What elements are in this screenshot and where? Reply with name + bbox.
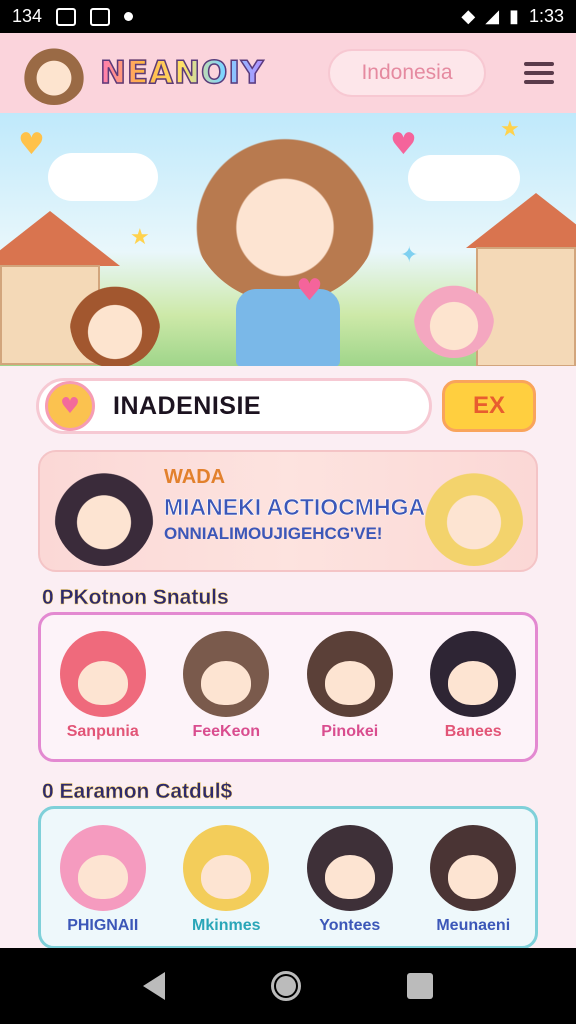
star-icon: ★ xyxy=(500,117,520,142)
language-button[interactable]: Indonesia xyxy=(328,49,486,97)
recents-icon[interactable] xyxy=(407,973,433,999)
character-row-2: PHIGNAII Mkinmes Yontees Meunaeni xyxy=(38,806,538,949)
character-name: Meunaeni xyxy=(436,917,511,934)
character-card[interactable]: Pinokei xyxy=(295,631,405,741)
character-portrait xyxy=(183,825,270,911)
character-portrait xyxy=(59,825,146,911)
heart-icon: ♥ xyxy=(296,273,323,308)
main-character xyxy=(190,123,380,303)
back-icon[interactable] xyxy=(143,972,165,1000)
character-portrait xyxy=(430,631,517,717)
character-name: FeeKeon xyxy=(192,723,261,740)
character-dress xyxy=(236,289,340,366)
chibi-character xyxy=(414,278,494,358)
status-time-left: 134 xyxy=(12,6,43,26)
character-name: Banees xyxy=(444,723,502,740)
battery-icon: ▮ xyxy=(509,6,519,26)
house-roof xyxy=(466,193,576,248)
home-icon[interactable] xyxy=(271,971,301,1001)
avatar[interactable] xyxy=(22,41,86,105)
section-title-2: 0 Earamon Catdul$ xyxy=(42,780,233,803)
signal-icon: ◢ xyxy=(485,6,500,26)
character-row-1: Sanpunia FeeKeon Pinokei Banees xyxy=(38,612,538,762)
character-portrait xyxy=(430,825,517,911)
banner-character-right xyxy=(424,462,524,566)
character-name: Sanpunia xyxy=(66,723,139,740)
heart-icon: ♥ xyxy=(45,381,95,431)
banner-kicker: WADA xyxy=(164,466,226,488)
character-name: PHIGNAII xyxy=(67,917,139,934)
system-nav-bar xyxy=(0,948,576,1024)
hero-banner: ♥ ♥ ♥ ★ ★ ✦ xyxy=(0,113,576,366)
star-icon: ✦ xyxy=(400,243,419,268)
character-name: Mkinmes xyxy=(192,917,261,934)
heart-icon: ♥ xyxy=(18,127,45,162)
banner-character-left xyxy=(54,462,154,566)
chibi-character xyxy=(70,278,160,366)
character-card[interactable]: Yontees xyxy=(295,825,405,935)
character-card[interactable]: Banees xyxy=(418,631,528,741)
character-name: Yontees xyxy=(319,917,381,934)
menu-icon[interactable] xyxy=(524,62,554,84)
app-notification-icon xyxy=(90,7,111,26)
search-field[interactable]: ♥ INADENISIE xyxy=(36,378,432,434)
character-card[interactable]: Sanpunia xyxy=(48,631,158,741)
character-portrait xyxy=(306,631,393,717)
character-name: Pinokei xyxy=(321,723,379,740)
app-logo[interactable]: NEANOIY xyxy=(99,54,264,92)
search-input[interactable]: INADENISIE xyxy=(113,392,261,421)
banner-headline: MIANEKI ACTIOCMHGA xyxy=(164,494,426,521)
heart-icon: ♥ xyxy=(390,127,417,162)
status-time-right: 1:33 xyxy=(528,6,564,26)
dot-notification-icon xyxy=(124,12,134,21)
character-portrait xyxy=(183,631,270,717)
banner-subline: ONNIALIMOUJIGEHCG'VE! xyxy=(164,524,383,543)
wifi-icon: ◆ xyxy=(461,6,476,26)
character-card[interactable]: FeeKeon xyxy=(171,631,281,741)
character-portrait xyxy=(306,825,393,911)
character-card[interactable]: Meunaeni xyxy=(418,825,528,935)
app-header: NEANOIY Indonesia xyxy=(0,33,576,113)
character-card[interactable]: Mkinmes xyxy=(171,825,281,935)
star-icon: ★ xyxy=(130,225,150,250)
cloud xyxy=(48,153,158,201)
character-card[interactable]: PHIGNAII xyxy=(48,825,158,935)
section-title-1: 0 PKotnon Snatuls xyxy=(42,586,229,609)
promo-banner[interactable]: WADA MIANEKI ACTIOCMHGA ONNIALIMOUJIGEHC… xyxy=(38,450,538,572)
status-bar: 134 ◆ ◢ ▮ 1:33 xyxy=(0,0,576,33)
character-portrait xyxy=(59,631,146,717)
ex-button[interactable]: EX xyxy=(442,380,536,432)
house-roof xyxy=(0,211,120,266)
image-notification-icon xyxy=(56,7,77,26)
